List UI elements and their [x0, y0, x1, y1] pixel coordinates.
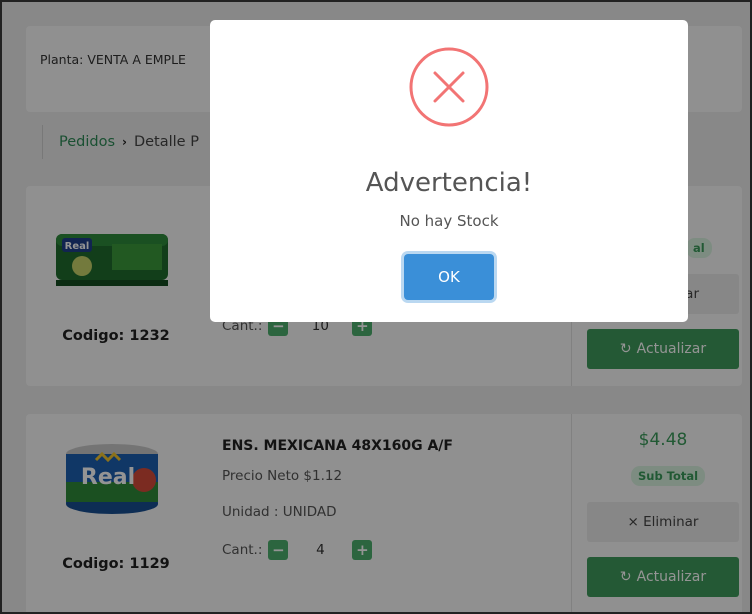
dialog-message: No hay Stock	[399, 212, 499, 230]
ok-button[interactable]: OK	[404, 254, 494, 300]
dialog-title: Advertencia!	[365, 168, 533, 198]
warning-dialog: Advertencia! No hay Stock OK	[210, 20, 688, 322]
error-x-icon	[408, 46, 490, 128]
page-frame: Planta: VENTA A EMPLE Pedidos › Detalle …	[0, 0, 752, 614]
